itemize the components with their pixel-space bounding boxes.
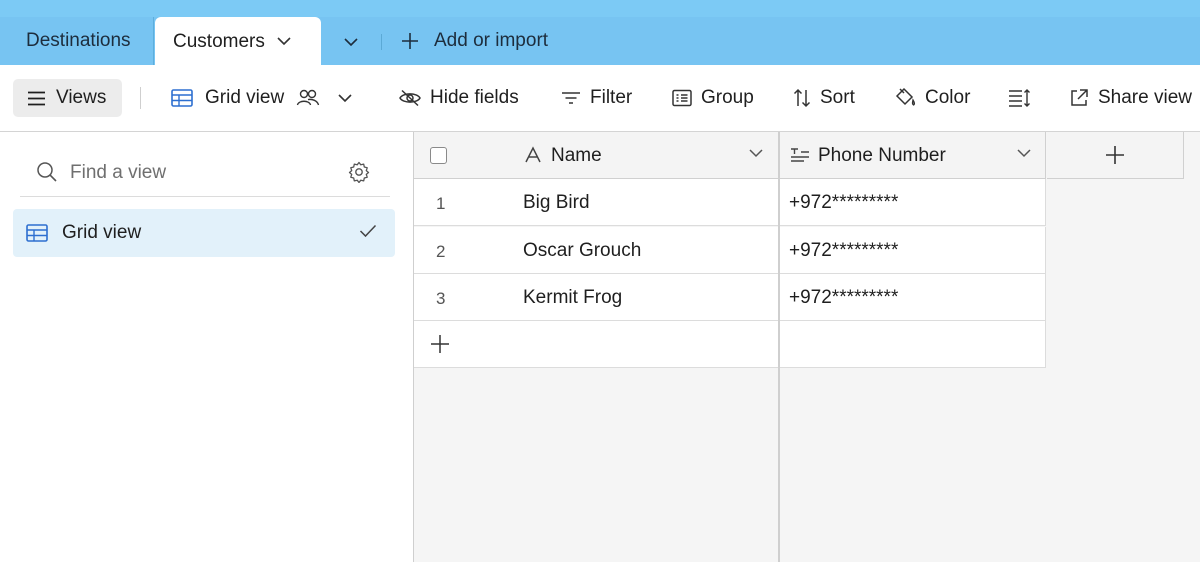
phone-number-cell[interactable]: +972********* — [789, 192, 898, 214]
add-or-import-label: Add or import — [434, 30, 549, 51]
chevron-down-icon[interactable] — [277, 37, 291, 46]
tab-customers[interactable]: Customers — [155, 17, 321, 66]
color-label: Color — [925, 87, 971, 108]
sort-label: Sort — [820, 87, 855, 108]
single-line-text-icon — [525, 146, 541, 163]
views-label: Views — [56, 87, 107, 108]
table-tab-bar: Destinations Customers Add or import — [0, 0, 1200, 66]
toolbar-divider — [140, 87, 141, 109]
filter-icon — [562, 92, 580, 104]
more-tables-button[interactable] — [336, 28, 366, 56]
collaborators-icon — [297, 89, 320, 106]
row-number: 3 — [436, 289, 446, 308]
phone-number-cell[interactable]: +972********* — [789, 240, 898, 262]
add-record-row-phone[interactable] — [780, 321, 1046, 368]
search-icon — [37, 162, 57, 182]
external-link-icon — [1071, 89, 1088, 106]
paint-bucket-icon — [895, 87, 916, 106]
sidebar-item-grid-view[interactable]: Grid view — [13, 209, 395, 257]
color-button[interactable]: Color — [894, 79, 970, 117]
views-button[interactable]: Views — [13, 79, 122, 117]
grid-icon — [26, 224, 48, 242]
long-text-icon — [791, 148, 809, 162]
chevron-down-icon[interactable] — [749, 149, 763, 158]
menu-icon — [28, 91, 45, 105]
tab-destinations-label: Destinations — [26, 30, 131, 51]
name-cell[interactable]: Big Bird — [523, 192, 590, 214]
views-sidebar: Grid view — [0, 132, 414, 562]
filter-button[interactable]: Filter — [561, 79, 632, 117]
row-height-icon — [1009, 89, 1030, 107]
row-number: 1 — [436, 194, 446, 213]
add-record-row[interactable] — [414, 321, 778, 368]
plus-icon — [402, 33, 418, 49]
tab-separator — [381, 34, 382, 50]
tab-customers-label: Customers — [173, 30, 265, 52]
grid-view-switcher[interactable]: Grid view — [171, 79, 352, 117]
chevron-down-icon[interactable] — [1017, 149, 1031, 158]
sidebar-item-label: Grid view — [62, 222, 142, 243]
chevron-down-icon — [338, 93, 352, 102]
table-row-phone[interactable]: +972********* — [780, 227, 1046, 274]
column-header-label: Name — [551, 145, 602, 166]
name-cell[interactable]: Kermit Frog — [523, 287, 622, 309]
hide-fields-button[interactable]: Hide fields — [399, 79, 519, 117]
table-row-phone[interactable]: +972********* — [780, 179, 1046, 226]
sort-arrows-icon — [793, 88, 811, 108]
eye-slash-icon — [399, 89, 421, 107]
find-view-input[interactable] — [70, 159, 330, 187]
name-cell[interactable]: Oscar Grouch — [523, 240, 641, 262]
tab-bar-top-strip — [0, 0, 1200, 17]
table-row-phone[interactable]: +972********* — [780, 274, 1046, 321]
share-view-label: Share view — [1098, 87, 1192, 108]
column-header-phone-number[interactable]: Phone Number — [780, 132, 1046, 179]
chevron-down-icon — [344, 37, 358, 46]
select-all-checkbox[interactable] — [430, 147, 447, 164]
share-view-button[interactable]: Share view — [1069, 79, 1192, 117]
row-number: 2 — [436, 242, 446, 261]
table-row[interactable]: 2 Oscar Grouch — [414, 227, 778, 274]
plus-icon — [1106, 146, 1124, 164]
grid-icon — [171, 89, 193, 107]
view-toolbar: Views Grid view Hide fields Filter Group… — [0, 65, 1200, 132]
tab-destinations[interactable]: Destinations — [0, 17, 154, 65]
gear-icon[interactable] — [348, 161, 370, 183]
hide-fields-label: Hide fields — [430, 87, 519, 108]
column-header-name[interactable]: Name — [414, 132, 778, 179]
add-field-button[interactable] — [1047, 132, 1184, 179]
table-row[interactable]: 1 Big Bird — [414, 179, 778, 226]
sort-button[interactable]: Sort — [793, 79, 855, 117]
group-button[interactable]: Group — [672, 79, 754, 117]
find-view-search — [20, 149, 390, 197]
group-icon — [672, 89, 692, 107]
phone-number-cell[interactable]: +972********* — [789, 287, 898, 309]
filter-label: Filter — [590, 87, 633, 108]
plus-icon — [431, 335, 449, 353]
checkmark-icon — [359, 224, 377, 238]
group-label: Group — [701, 87, 754, 108]
row-height-button[interactable] — [1008, 79, 1032, 117]
column-header-label: Phone Number — [818, 145, 946, 166]
table-row[interactable]: 3 Kermit Frog — [414, 274, 778, 321]
add-or-import-button[interactable]: Add or import — [400, 17, 548, 65]
grid-view-label: Grid view — [205, 87, 285, 108]
